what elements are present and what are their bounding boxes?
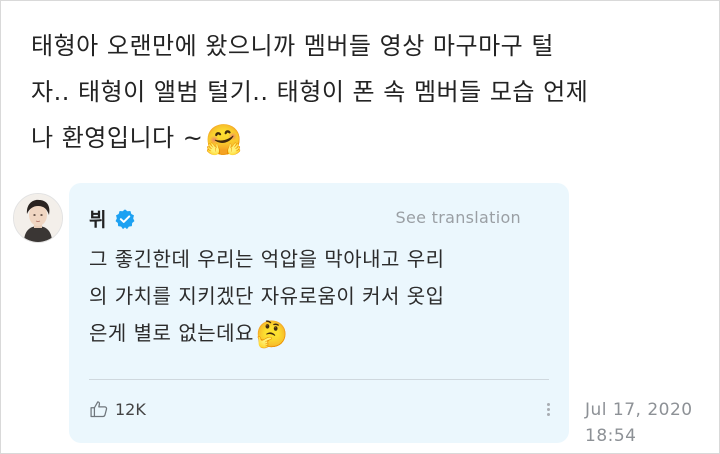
reply-text: 그 좋긴한데 우리는 억압을 막아내고 우리 의 가치를 지키겠단 자유로움이 … [89, 241, 539, 354]
fan-message: 태형아 오랜만에 왔으니까 멤버들 영상 마구마구 털 자.. 태형이 앨범 털… [31, 23, 701, 164]
comment-thread: 태형아 오랜만에 왔으니까 멤버들 영상 마구마구 털 자.. 태형이 앨범 털… [0, 0, 720, 454]
more-vertical-icon [546, 408, 550, 411]
more-vertical-icon [546, 403, 550, 406]
fan-message-line-3-text: 나 환영입니다 ~ [31, 124, 204, 152]
see-translation-link[interactable]: See translation [396, 208, 521, 227]
reply-line-1: 그 좋긴한데 우리는 억압을 막아내고 우리 [89, 247, 445, 271]
timestamp-date: Jul 17, 2020 [585, 400, 693, 420]
hugging-face-emoji: 🤗 [205, 123, 244, 158]
avatar[interactable] [13, 193, 63, 243]
reply-divider [89, 379, 549, 380]
artist-reply-card: 뷔 See translation 그 좋긴한데 우리는 억압을 막아내고 우리… [69, 183, 569, 443]
reply-line-2: 의 가치를 지키겠단 자유로움이 커서 옷입 [89, 284, 445, 308]
timestamp-time: 18:54 [585, 426, 637, 446]
reply-line-3-text: 은게 별로 없는데요 [89, 321, 254, 345]
verified-badge-icon [114, 208, 136, 230]
like-count: 12K [115, 399, 146, 419]
thumbs-up-icon [90, 401, 108, 418]
reply-line-3: 은게 별로 없는데요🤔 [89, 315, 539, 354]
more-vertical-icon [546, 413, 550, 416]
fan-message-line-2: 자.. 태형이 앨범 털기.. 태형이 폰 속 멤버들 모습 언제 [31, 78, 589, 106]
fan-message-line-3: 나 환영입니다 ~🤗 [31, 115, 701, 164]
fan-message-line-1: 태형아 오랜만에 왔으니까 멤버들 영상 마구마구 털 [31, 32, 554, 60]
reply-header: 뷔 [89, 205, 136, 232]
reply-author-name[interactable]: 뷔 [89, 205, 106, 232]
timestamp: Jul 17, 2020 18:54 [585, 397, 693, 449]
thinking-face-emoji: 🤔 [255, 320, 289, 350]
more-options-button[interactable] [545, 401, 551, 421]
like-button[interactable]: 12K [89, 399, 146, 419]
avatar-portrait-icon [14, 194, 62, 242]
